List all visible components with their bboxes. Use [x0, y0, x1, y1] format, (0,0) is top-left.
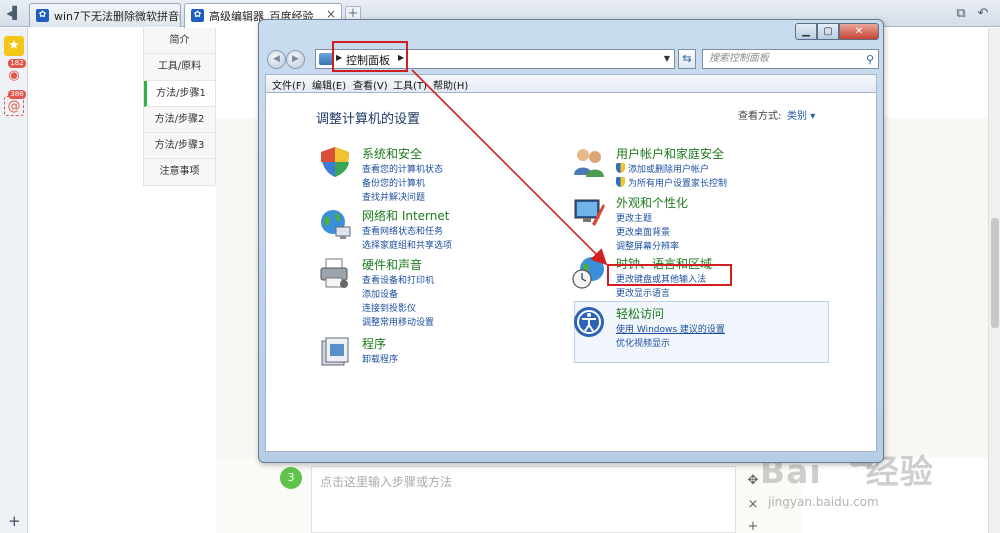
close-button[interactable]: ✕ [839, 23, 879, 40]
tab-title: win7下无法删除微软拼音输入 [54, 10, 180, 23]
category-title[interactable]: 硬件和声音 [362, 256, 422, 273]
printer-icon [320, 258, 348, 288]
search-placeholder: 搜索控制面板 [709, 53, 769, 64]
window-mode-icon[interactable]: ⧉ [953, 6, 969, 21]
refresh-button[interactable]: ⇆ [678, 49, 696, 69]
category-hardware-sound: 硬件和声音 查看设备和打印机 添加设备 连接到投影仪 调整常用移动设置 [318, 256, 518, 328]
baidu-paw-icon: ✿ [191, 9, 204, 22]
category-link-label: 为所有用户设置家长控制 [628, 179, 728, 189]
category-title[interactable]: 系统和安全 [362, 145, 422, 162]
annotation-box-address [332, 41, 408, 72]
weibo-icon[interactable]: ◉ [4, 66, 24, 86]
chevron-down-icon: ▾ [810, 111, 816, 122]
control-panel-window: ▁ ▢ ✕ ◀ ▶ ▶ 控制面板 ▶ ▼ ⇆ 搜索控制面板 ⚲ 文件(F) 编辑… [258, 19, 884, 463]
control-panel-content: 调整计算机的设置 查看方式: 类别 ▾ 系统和安全 查看您的计算机状态 备份您的… [265, 92, 877, 452]
stepnav-item[interactable]: 注意事项 [144, 159, 215, 186]
control-panel-icon [319, 53, 333, 65]
search-input[interactable]: 搜索控制面板 ⚲ [702, 49, 879, 69]
menu-bar: 文件(F) 编辑(E) 查看(V) 工具(T) 帮助(H) [265, 74, 877, 92]
stepnav-item[interactable]: 简介 [144, 28, 215, 55]
category-link[interactable]: 添加或删除用户帐户 [616, 162, 709, 175]
category-title[interactable]: 网络和 Internet [362, 207, 449, 224]
category-link[interactable]: 更改显示语言 [616, 286, 670, 299]
category-link[interactable]: 使用 Windows 建议的设置 [616, 322, 725, 335]
menu-tools[interactable]: 工具(T) [393, 77, 427, 92]
menu-edit[interactable]: 编辑(E) [312, 77, 346, 92]
category-link[interactable]: 调整常用移动设置 [362, 315, 434, 328]
uac-shield-icon [616, 177, 625, 187]
sidebar-toggle-icon[interactable]: ◂▌ [6, 6, 22, 20]
minimize-button[interactable]: ▁ [795, 23, 817, 40]
category-link[interactable]: 查看网络状态和任务 [362, 224, 443, 237]
add-icon[interactable]: + [8, 512, 21, 530]
delete-icon[interactable]: × [745, 497, 761, 513]
baidu-paw-icon: ✿ [36, 9, 49, 22]
programs-icon [321, 337, 349, 366]
category-link[interactable]: 连接到投影仪 [362, 301, 416, 314]
move-icon[interactable]: ✥ [745, 473, 761, 489]
category-network-internet: 网络和 Internet 查看网络状态和任务 选择家庭组和共享选项 [318, 207, 518, 252]
category-title[interactable]: 轻松访问 [616, 305, 664, 322]
stepnav-item-active[interactable]: 方法/步骤1 [144, 80, 215, 107]
page-title: 调整计算机的设置 [316, 112, 421, 127]
browser-sidebar: ★ 182 ◉ 386 @ + [0, 28, 28, 533]
users-icon [574, 149, 604, 177]
menu-view[interactable]: 查看(V) [353, 77, 388, 92]
back-button[interactable]: ◀ [267, 50, 286, 69]
network-globe-icon [321, 210, 351, 239]
category-user-accounts: 用户帐户和家庭安全 添加或删除用户帐户 为所有用户设置家长控制 [572, 145, 832, 190]
category-title[interactable]: 用户帐户和家庭安全 [616, 145, 724, 162]
category-link[interactable]: 备份您的计算机 [362, 176, 425, 189]
view-by-value: 类别 [787, 111, 807, 122]
browser-tab[interactable]: ✿ win7下无法删除微软拼音输入 [29, 3, 181, 27]
category-link[interactable]: 查看设备和打印机 [362, 273, 434, 286]
category-link[interactable]: 查看您的计算机状态 [362, 162, 443, 175]
category-link[interactable]: 调整屏幕分辨率 [616, 239, 679, 252]
search-icon[interactable]: ⚲ [866, 51, 874, 69]
mail-at-icon[interactable]: @ [4, 96, 24, 116]
category-link[interactable]: 查找并解决问题 [362, 190, 425, 203]
stepnav-item[interactable]: 方法/步骤2 [144, 107, 215, 134]
scrollbar-thumb[interactable] [991, 218, 999, 328]
view-by-label: 查看方式: [738, 111, 782, 122]
category-link-label: 添加或删除用户帐户 [628, 165, 710, 175]
shield-icon [321, 147, 349, 177]
category-title[interactable]: 程序 [362, 335, 386, 352]
view-by-dropdown[interactable]: 类别 ▾ [787, 107, 815, 122]
menu-file[interactable]: 文件(F) [272, 77, 306, 92]
category-link[interactable]: 选择家庭组和共享选项 [362, 238, 452, 251]
annotation-box-keyboard-link [607, 264, 732, 286]
step-navigation: 简介 工具/原料 方法/步骤1 方法/步骤2 方法/步骤3 注意事项 [143, 28, 216, 186]
stepnav-item[interactable]: 方法/步骤3 [144, 133, 215, 160]
category-link[interactable]: 更改主题 [616, 211, 652, 224]
maximize-button[interactable]: ▢ [817, 23, 839, 40]
step-text-input[interactable]: 点击这里输入步骤或方法 [311, 466, 736, 533]
step-number-badge: 3 [280, 467, 302, 489]
appearance-icon [574, 199, 605, 226]
ease-of-access-icon [574, 307, 604, 337]
category-title[interactable]: 外观和个性化 [616, 194, 688, 211]
uac-shield-icon [616, 163, 625, 173]
category-link[interactable]: 为所有用户设置家长控制 [616, 176, 727, 189]
category-link[interactable]: 优化视频显示 [616, 336, 670, 349]
category-link[interactable]: 卸载程序 [362, 352, 398, 365]
forward-button[interactable]: ▶ [286, 50, 305, 69]
category-programs: 程序 卸载程序 [318, 335, 518, 375]
menu-help[interactable]: 帮助(H) [433, 77, 468, 92]
stepnav-item[interactable]: 工具/原料 [144, 54, 215, 81]
watermark-url: jingyan.baidu.com [768, 495, 879, 509]
category-link[interactable]: 更改桌面背景 [616, 225, 670, 238]
undo-icon[interactable]: ↶ [975, 6, 991, 21]
category-system-security: 系统和安全 查看您的计算机状态 备份您的计算机 查找并解决问题 [318, 145, 518, 205]
category-link[interactable]: 添加设备 [362, 287, 398, 300]
category-appearance: 外观和个性化 更改主题 更改桌面背景 调整屏幕分辨率 [572, 194, 832, 252]
chevron-down-icon[interactable]: ▼ [664, 54, 670, 63]
add-step-icon[interactable]: + [745, 519, 761, 533]
favorites-star-icon[interactable]: ★ [4, 36, 24, 56]
category-ease-of-access: 轻松访问 使用 Windows 建议的设置 优化视频显示 [572, 305, 832, 349]
clock-globe-icon [572, 257, 604, 289]
